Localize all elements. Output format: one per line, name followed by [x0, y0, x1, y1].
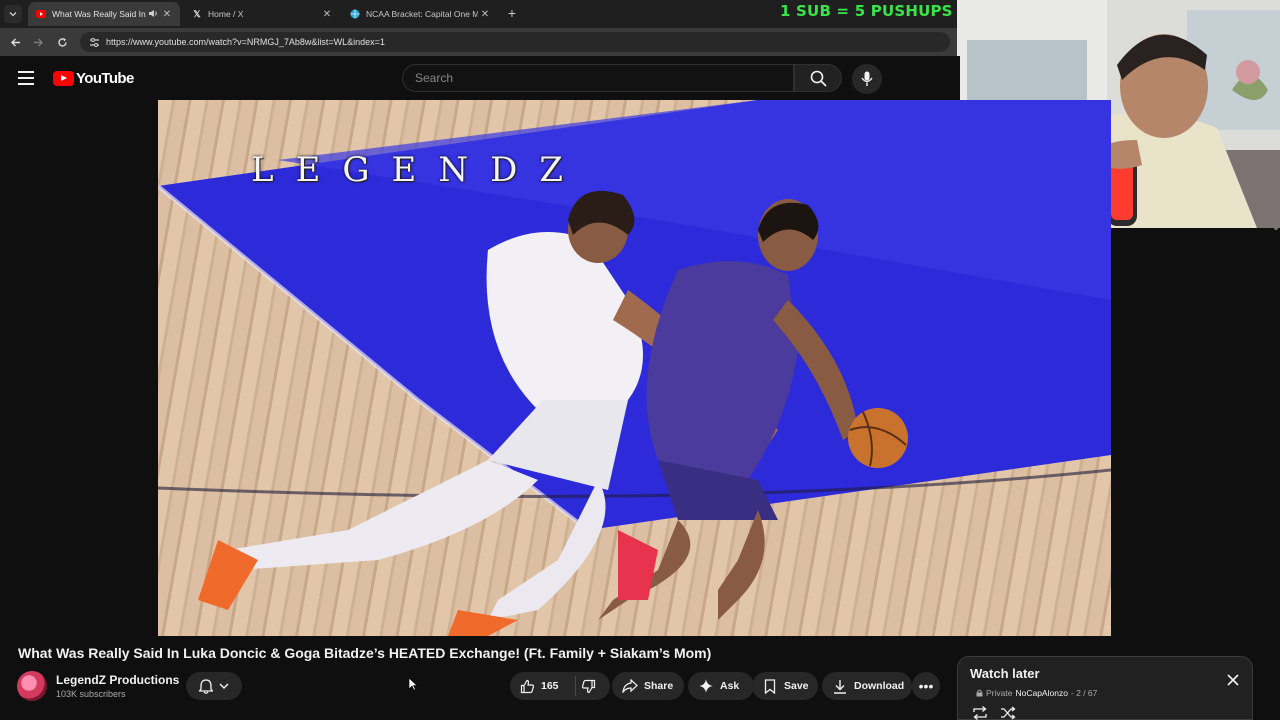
tab-close-icon[interactable]: ✕	[478, 9, 492, 20]
youtube-logo[interactable]: YouTube	[53, 69, 134, 87]
mouse-cursor-icon	[408, 677, 418, 691]
download-icon	[832, 678, 848, 694]
more-horizontal-icon: •••	[918, 678, 934, 694]
share-label: Share	[644, 680, 674, 692]
chevron-down-icon	[9, 12, 17, 17]
playlist-title[interactable]: Watch later	[970, 666, 1040, 681]
chevron-down-icon	[219, 683, 229, 690]
speaker-icon[interactable]	[148, 9, 160, 20]
new-tab-plus-icon[interactable]: +	[504, 5, 520, 21]
site-settings-icon[interactable]	[88, 36, 100, 48]
tab-title: What Was Really Said In Lu	[52, 9, 148, 19]
menu-hamburger-icon[interactable]	[18, 71, 34, 85]
tab-youtube-video[interactable]: What Was Really Said In Lu ✕	[28, 2, 180, 26]
search-input[interactable]	[415, 71, 793, 85]
share-button[interactable]: Share	[612, 672, 684, 700]
youtube-masthead: YouTube	[0, 56, 960, 100]
subscription-notification-button[interactable]	[186, 672, 242, 700]
download-button[interactable]: Download	[822, 672, 912, 700]
youtube-logo-text: YouTube	[76, 69, 134, 87]
url-field[interactable]: https://www.youtube.com/watch?v=NRMGJ_7A…	[80, 32, 950, 52]
bell-icon	[199, 678, 213, 694]
video-player[interactable]: LEGENDZ	[158, 100, 1111, 636]
browser-address-row: https://www.youtube.com/watch?v=NRMGJ_7A…	[0, 28, 960, 56]
sparkle-icon	[698, 678, 714, 694]
playlist-position: - 2 / 67	[1070, 688, 1098, 698]
tab-ncaa-bracket[interactable]: NCAA Bracket: Capital One Ma ✕	[342, 2, 498, 26]
tab-home-x[interactable]: 𝕏 Home / X ✕	[184, 2, 340, 26]
search-box	[402, 64, 794, 92]
search-button[interactable]	[794, 64, 842, 92]
playlist-privacy: Private	[986, 688, 1013, 698]
forward-arrow-icon[interactable]	[30, 34, 46, 50]
like-divider	[575, 676, 576, 696]
tab-title: Home / X	[208, 9, 244, 19]
x-logo-icon: 𝕏	[193, 8, 201, 19]
tab-close-icon[interactable]: ✕	[160, 9, 174, 20]
url-text: https://www.youtube.com/watch?v=NRMGJ_7A…	[106, 37, 385, 47]
reload-icon[interactable]	[54, 34, 70, 50]
tab-title: NCAA Bracket: Capital One Ma	[366, 9, 478, 19]
thumbs-down-icon	[581, 679, 595, 693]
player-side-area	[1111, 228, 1280, 636]
microphone-icon	[861, 71, 873, 86]
loop-icon[interactable]	[972, 706, 988, 720]
playlist-owner[interactable]: NoCapAlonzo	[1015, 688, 1067, 698]
search-icon	[810, 70, 827, 87]
thumbs-up-icon	[519, 678, 535, 694]
shuffle-icon[interactable]	[1000, 706, 1016, 720]
channel-name[interactable]: LegendZ Productions	[56, 673, 179, 687]
ask-button[interactable]: Ask	[688, 672, 754, 700]
more-actions-button[interactable]: •••	[912, 672, 940, 700]
channel-avatar[interactable]	[17, 671, 47, 701]
playlist-panel: Watch later Private NoCapAlonzo - 2 / 67	[957, 656, 1253, 720]
screen: What Was Really Said In Lu ✕ 𝕏 Home / X …	[0, 0, 1280, 720]
ask-label: Ask	[720, 680, 740, 692]
back-arrow-icon[interactable]	[7, 34, 23, 50]
tab-search-button[interactable]	[4, 5, 22, 23]
video-title: What Was Really Said In Luka Doncic & Go…	[18, 645, 712, 661]
scrollbar-marker	[1274, 226, 1278, 230]
save-label: Save	[784, 680, 809, 692]
share-arrow-icon	[622, 678, 638, 694]
like-count: 165	[541, 680, 559, 692]
voice-search-button[interactable]	[852, 64, 882, 94]
youtube-favicon-icon	[36, 9, 46, 19]
video-watermark: LEGENDZ	[251, 150, 586, 190]
lock-icon	[976, 689, 983, 697]
playlist-meta: Private NoCapAlonzo - 2 / 67	[976, 688, 1097, 698]
download-label: Download	[854, 680, 905, 692]
bookmark-icon	[762, 678, 778, 694]
save-button[interactable]: Save	[752, 672, 818, 700]
youtube-play-icon	[53, 70, 74, 86]
dislike-button[interactable]	[578, 676, 598, 696]
close-icon[interactable]	[1226, 673, 1240, 687]
tab-close-icon[interactable]: ✕	[320, 9, 334, 20]
globe-favicon-icon	[350, 9, 360, 19]
subscriber-count: 103K subscribers	[56, 689, 126, 699]
stream-overlay-text: 1 SUB = 5 PUSHUPS	[780, 2, 953, 20]
